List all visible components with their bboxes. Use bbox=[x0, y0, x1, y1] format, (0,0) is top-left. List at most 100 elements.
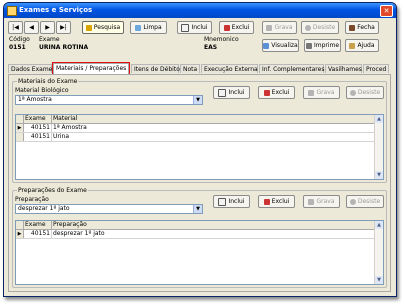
exit-door-icon bbox=[349, 24, 356, 31]
limpa-button[interactable]: Limpa bbox=[130, 21, 167, 34]
cancel-icon bbox=[349, 89, 356, 96]
inclui-label: Inclui bbox=[191, 24, 208, 31]
codigo-label: Código bbox=[9, 36, 30, 43]
material-biologico-value: 1ª Amostra bbox=[18, 96, 52, 103]
mnemonico-value: EAS bbox=[204, 44, 218, 51]
inclui-button[interactable]: Inclui bbox=[177, 21, 212, 34]
fecha-label: Fecha bbox=[357, 24, 375, 31]
grid-header-corner bbox=[16, 221, 24, 229]
first-record-button[interactable]: |◀ bbox=[8, 21, 23, 34]
desiste-button[interactable]: Desiste bbox=[301, 21, 339, 34]
materiais-desiste-label: Desiste bbox=[357, 89, 381, 96]
table-row[interactable]: 40151 Urina bbox=[16, 133, 375, 142]
search-icon bbox=[85, 24, 92, 31]
next-record-button[interactable]: ▶ bbox=[40, 21, 55, 34]
tab-execucao-externa[interactable]: Execução Externa bbox=[201, 64, 258, 73]
preparacoes-grid-header: Exame Preparação bbox=[16, 221, 375, 230]
mnemonico-label: Mnemonico bbox=[204, 36, 239, 43]
grava-button[interactable]: Grava bbox=[262, 21, 297, 34]
col-exame-header[interactable]: Exame bbox=[24, 115, 52, 123]
materiais-grid[interactable]: Exame Material ▶ 40151 1ª Amostra 40151 … bbox=[15, 114, 384, 180]
preparacoes-group: Preparações do Exame Preparação despreza… bbox=[12, 187, 387, 288]
prev-record-button[interactable]: ◀ bbox=[24, 21, 39, 34]
printer-icon bbox=[305, 42, 312, 49]
imprime-button[interactable]: Imprime bbox=[304, 39, 341, 52]
exame-value: URINA ROTINA bbox=[39, 44, 89, 51]
row-indicator-icon: ▶ bbox=[16, 124, 24, 132]
last-record-button[interactable]: ▶| bbox=[56, 21, 71, 34]
materiais-group: Materiais do Exame Material Biológico 1ª… bbox=[12, 78, 387, 183]
chevron-down-icon[interactable]: ▼ bbox=[193, 205, 202, 213]
materiais-inclui-button[interactable]: Inclui bbox=[213, 86, 250, 99]
tab-itens-debito[interactable]: Itens de Débito bbox=[131, 64, 180, 73]
material-biologico-select[interactable]: 1ª Amostra ▼ bbox=[15, 95, 203, 105]
new-document-icon bbox=[218, 197, 227, 206]
app-icon bbox=[7, 6, 17, 16]
materiais-inclui-label: Inclui bbox=[228, 89, 245, 96]
preparacao-label: Preparação bbox=[15, 196, 49, 203]
visualiza-label: Visualiza bbox=[271, 42, 298, 49]
scroll-up-icon[interactable]: ▲ bbox=[375, 115, 383, 123]
delete-icon bbox=[263, 198, 270, 205]
col-preparacao-header[interactable]: Preparação bbox=[52, 221, 376, 229]
table-row[interactable]: ▶ 40151 1ª Amostra bbox=[16, 124, 375, 133]
ajuda-button[interactable]: Ajuda bbox=[345, 39, 379, 52]
tab-dados-exame[interactable]: Dados Exame bbox=[8, 64, 52, 73]
grid-header-corner bbox=[16, 115, 24, 123]
table-row[interactable]: ▶ 40151 desprezar 1º jato bbox=[16, 230, 375, 239]
delete-icon bbox=[263, 89, 270, 96]
window-title: Exames e Serviços bbox=[19, 6, 93, 14]
new-document-icon bbox=[181, 23, 190, 32]
delete-icon bbox=[223, 24, 230, 31]
visualiza-button[interactable]: Visualiza bbox=[262, 39, 299, 52]
preparacao-select[interactable]: desprezar 1º jato ▼ bbox=[15, 204, 203, 214]
new-document-icon bbox=[218, 88, 227, 97]
row-indicator-icon: ▶ bbox=[16, 230, 24, 238]
chevron-down-icon[interactable]: ▼ bbox=[193, 96, 202, 104]
materiais-exclui-label: Exclui bbox=[271, 89, 290, 96]
preparacoes-grava-label: Grava bbox=[316, 198, 335, 205]
codigo-value: 0151 bbox=[9, 44, 26, 51]
preparacoes-desiste-button[interactable]: Desiste bbox=[346, 195, 384, 208]
cell-exame: 40151 bbox=[24, 230, 52, 238]
materiais-desiste-button[interactable]: Desiste bbox=[346, 86, 384, 99]
tab-proced[interactable]: Proced bbox=[363, 64, 389, 73]
desiste-label: Desiste bbox=[312, 24, 336, 31]
save-icon bbox=[308, 89, 315, 96]
preparacao-value: desprezar 1º jato bbox=[18, 205, 70, 212]
preparacoes-grid[interactable]: Exame Preparação ▶ 40151 desprezar 1º ja… bbox=[15, 220, 384, 285]
preparacoes-exclui-label: Exclui bbox=[271, 198, 290, 205]
grava-label: Grava bbox=[274, 24, 293, 31]
close-window-button[interactable]: ✕ bbox=[380, 5, 393, 17]
col-exame-header[interactable]: Exame bbox=[24, 221, 52, 229]
materiais-grava-button[interactable]: Grava bbox=[303, 86, 340, 99]
preparacoes-exclui-button[interactable]: Exclui bbox=[258, 195, 295, 208]
col-material-header[interactable]: Material bbox=[52, 115, 376, 123]
fecha-button[interactable]: Fecha bbox=[345, 21, 379, 34]
tab-inf-complementares[interactable]: Inf. Complementares bbox=[259, 64, 324, 73]
scroll-up-icon[interactable]: ▲ bbox=[375, 221, 383, 229]
scroll-down-icon[interactable]: ▼ bbox=[375, 276, 383, 284]
help-icon bbox=[349, 42, 356, 49]
materiais-grava-label: Grava bbox=[316, 89, 335, 96]
materiais-exclui-button[interactable]: Exclui bbox=[258, 86, 295, 99]
save-icon bbox=[308, 198, 315, 205]
preparacoes-inclui-button[interactable]: Inclui bbox=[213, 195, 250, 208]
materiais-scrollbar[interactable]: ▲ ▼ bbox=[374, 115, 383, 179]
cancel-icon bbox=[349, 198, 356, 205]
tab-vasilhames[interactable]: Vasilhames bbox=[325, 64, 362, 73]
scroll-down-icon[interactable]: ▼ bbox=[375, 171, 383, 179]
preparacoes-grava-button[interactable]: Grava bbox=[303, 195, 340, 208]
pesquisa-label: Pesquisa bbox=[93, 24, 121, 31]
title-bar[interactable]: Exames e Serviços ✕ bbox=[4, 3, 396, 18]
exclui-button[interactable]: Exclui bbox=[219, 21, 254, 34]
eraser-icon bbox=[135, 24, 142, 31]
cell-exame: 40151 bbox=[24, 133, 52, 141]
preparacoes-scrollbar[interactable]: ▲ ▼ bbox=[374, 221, 383, 284]
tab-materiais-preparacoes[interactable]: Materiais / Preparações bbox=[52, 62, 130, 75]
cell-preparacao: desprezar 1º jato bbox=[53, 230, 105, 237]
tab-page-materiais: Materiais do Exame Material Biológico 1ª… bbox=[8, 74, 391, 292]
pesquisa-button[interactable]: Pesquisa bbox=[82, 21, 124, 34]
exclui-label: Exclui bbox=[231, 24, 250, 31]
tab-nota[interactable]: Nota bbox=[180, 64, 200, 73]
